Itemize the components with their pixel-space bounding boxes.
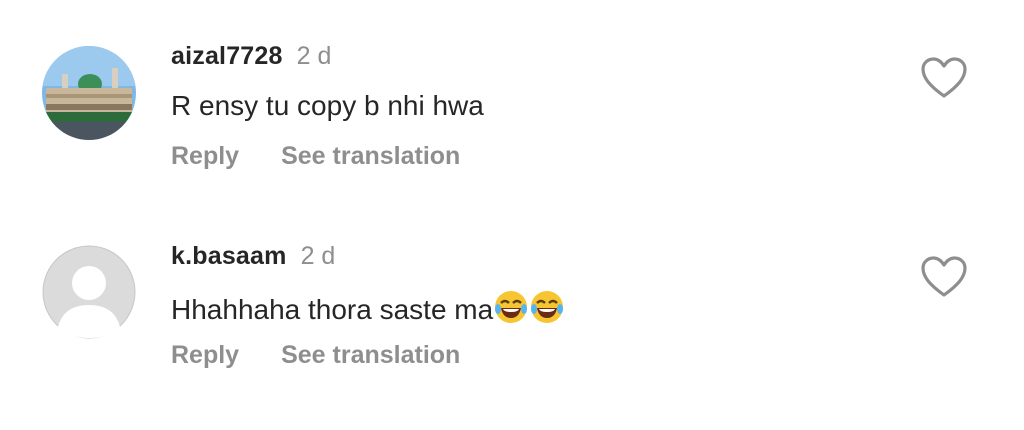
comment-text: R ensy tu copy b nhi hwa: [171, 90, 484, 121]
laughing-emoji-icon: [493, 291, 565, 325]
heart-icon[interactable]: [920, 56, 968, 100]
see-translation-button[interactable]: See translation: [281, 341, 460, 369]
avatar[interactable]: [42, 46, 136, 140]
mosque-photo-avatar: [42, 46, 136, 140]
timestamp: 2 d: [296, 42, 332, 70]
comment-actions: Reply See translation: [171, 142, 460, 171]
comment-text: Hhahhaha thora saste ma😂😂: [171, 289, 565, 326]
see-translation-button[interactable]: See translation: [281, 142, 460, 170]
comment-text-body: Hhahhaha thora saste ma: [171, 294, 494, 325]
comment-item: aizal7728 2 d R ensy tu copy b nhi hwa Re…: [0, 0, 1024, 200]
default-avatar: [42, 245, 136, 339]
avatar[interactable]: [42, 245, 136, 339]
heart-icon[interactable]: [920, 255, 968, 299]
timestamp: 2 d: [300, 242, 336, 270]
comment-item: k.basaam 2 d Hhahhaha thora saste ma😂😂 Re…: [0, 200, 1024, 400]
reply-button[interactable]: Reply: [171, 341, 239, 369]
comment-actions: Reply See translation: [171, 341, 460, 370]
reply-button[interactable]: Reply: [171, 142, 239, 170]
username[interactable]: aizal7728: [171, 42, 283, 70]
username[interactable]: k.basaam: [171, 242, 287, 270]
